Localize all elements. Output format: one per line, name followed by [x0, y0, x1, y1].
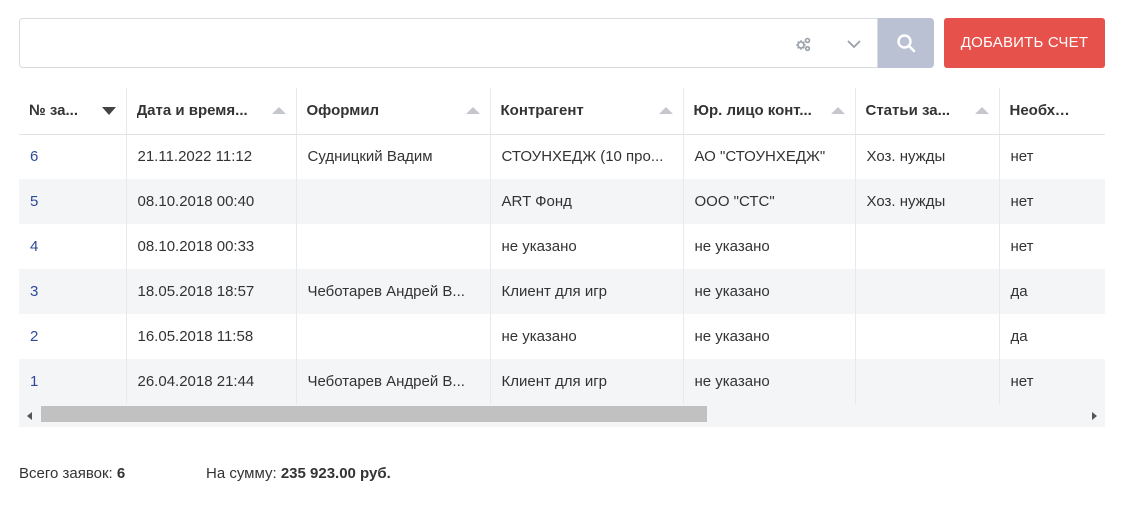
search-icon — [897, 34, 916, 53]
cell-counterparty: не указано — [490, 224, 684, 269]
sort-asc-icon[interactable] — [465, 107, 480, 114]
cell-expense-items — [855, 314, 1000, 359]
cell-counterparty: Клиент для игр — [490, 269, 684, 314]
cell-required: нет — [999, 179, 1105, 224]
column-header-number[interactable]: № за... — [19, 88, 127, 135]
sort-asc-icon[interactable] — [974, 107, 989, 114]
cell-expense-items — [855, 269, 1000, 314]
column-header-expense-items[interactable]: Статьи за... — [855, 88, 1000, 135]
table-row[interactable]: 1 26.04.2018 21:44 Чеботарев Андрей В...… — [19, 359, 1105, 404]
cell-required: нет — [999, 359, 1105, 404]
cell-author: Чеботарев Андрей В... — [296, 269, 491, 314]
search-bar — [19, 18, 878, 68]
cell-number[interactable]: 3 — [19, 269, 127, 314]
column-header-counterparty[interactable]: Контрагент — [490, 88, 684, 135]
column-header-datetime[interactable]: Дата и время... — [126, 88, 297, 135]
cell-datetime: 08.10.2018 00:33 — [126, 224, 297, 269]
cell-legal-entity: не указано — [683, 224, 856, 269]
cell-datetime: 18.05.2018 18:57 — [126, 269, 297, 314]
cell-counterparty: ART Фонд — [490, 179, 684, 224]
cell-author — [296, 224, 491, 269]
cell-required: да — [999, 269, 1105, 314]
column-header-required[interactable]: Необходи... — [999, 88, 1105, 135]
cell-author — [296, 314, 491, 359]
column-header-author[interactable]: Оформил — [296, 88, 491, 135]
total-amount: На сумму: 235 923.00 руб. — [206, 465, 391, 482]
cell-legal-entity: не указано — [683, 269, 856, 314]
total-amount-value: 235 923.00 руб. — [280, 465, 391, 482]
scrollbar-thumb[interactable] — [41, 406, 707, 422]
table-row[interactable]: 4 08.10.2018 00:33 не указано не указано… — [19, 224, 1105, 269]
cell-number[interactable]: 6 — [19, 134, 127, 179]
cell-author — [296, 179, 491, 224]
cell-legal-entity: ООО "СТС" — [683, 179, 856, 224]
cell-required: нет — [999, 134, 1105, 179]
search-button[interactable] — [878, 18, 934, 68]
total-amount-label: На сумму: — [206, 465, 277, 482]
cell-legal-entity: не указано — [683, 314, 856, 359]
total-requests-value: 6 — [116, 465, 126, 482]
cell-required: нет — [999, 224, 1105, 269]
total-requests-label: Всего заявок: — [19, 465, 113, 482]
cell-counterparty: СТОУНХЕДЖ (10 про... — [490, 134, 684, 179]
cell-number[interactable]: 2 — [19, 314, 127, 359]
cell-author: Судницкий Вадим — [296, 134, 491, 179]
cell-legal-entity: не указано — [683, 359, 856, 404]
table-header-row: № за... Дата и время... Оформил Контраге… — [19, 88, 1105, 135]
cell-datetime: 08.10.2018 00:40 — [126, 179, 297, 224]
cell-counterparty: не указано — [490, 314, 684, 359]
add-invoice-button[interactable]: ДОБАВИТЬ СЧЕТ — [944, 18, 1105, 68]
table-row[interactable]: 6 21.11.2022 11:12 Судницкий Вадим СТОУН… — [19, 134, 1105, 179]
scroll-left-icon[interactable] — [27, 412, 32, 420]
cell-number[interactable]: 5 — [19, 179, 127, 224]
cell-datetime: 16.05.2018 11:58 — [126, 314, 297, 359]
column-header-legal-entity[interactable]: Юр. лицо конт... — [683, 88, 856, 135]
cell-number[interactable]: 1 — [19, 359, 127, 404]
table-row[interactable]: 2 16.05.2018 11:58 не указано не указано… — [19, 314, 1105, 359]
cell-number[interactable]: 4 — [19, 224, 127, 269]
scroll-right-icon[interactable] — [1092, 412, 1097, 420]
sort-asc-icon[interactable] — [271, 107, 286, 114]
gears-icon[interactable] — [793, 34, 813, 54]
horizontal-scrollbar[interactable] — [19, 405, 1105, 427]
search-input[interactable] — [20, 19, 780, 67]
cell-expense-items: Хоз. нужды — [855, 179, 1000, 224]
cell-expense-items: Хоз. нужды — [855, 134, 1000, 179]
chevron-down-icon[interactable] — [844, 34, 864, 54]
sort-desc-icon[interactable] — [101, 107, 116, 115]
cell-required: да — [999, 314, 1105, 359]
cell-datetime: 26.04.2018 21:44 — [126, 359, 297, 404]
cell-counterparty: Клиент для игр — [490, 359, 684, 404]
cell-expense-items — [855, 224, 1000, 269]
table-row[interactable]: 5 08.10.2018 00:40 ART Фонд ООО "СТС" Хо… — [19, 179, 1105, 224]
cell-legal-entity: АО "СТОУНХЕДЖ" — [683, 134, 856, 179]
cell-datetime: 21.11.2022 11:12 — [126, 134, 297, 179]
cell-author: Чеботарев Андрей В... — [296, 359, 491, 404]
table-row[interactable]: 3 18.05.2018 18:57 Чеботарев Андрей В...… — [19, 269, 1105, 314]
sort-asc-icon[interactable] — [830, 107, 845, 114]
total-requests: Всего заявок: 6 — [19, 465, 125, 482]
cell-expense-items — [855, 359, 1000, 404]
requests-table: № за... Дата и время... Оформил Контраге… — [19, 88, 1105, 427]
sort-asc-icon[interactable] — [658, 107, 673, 114]
